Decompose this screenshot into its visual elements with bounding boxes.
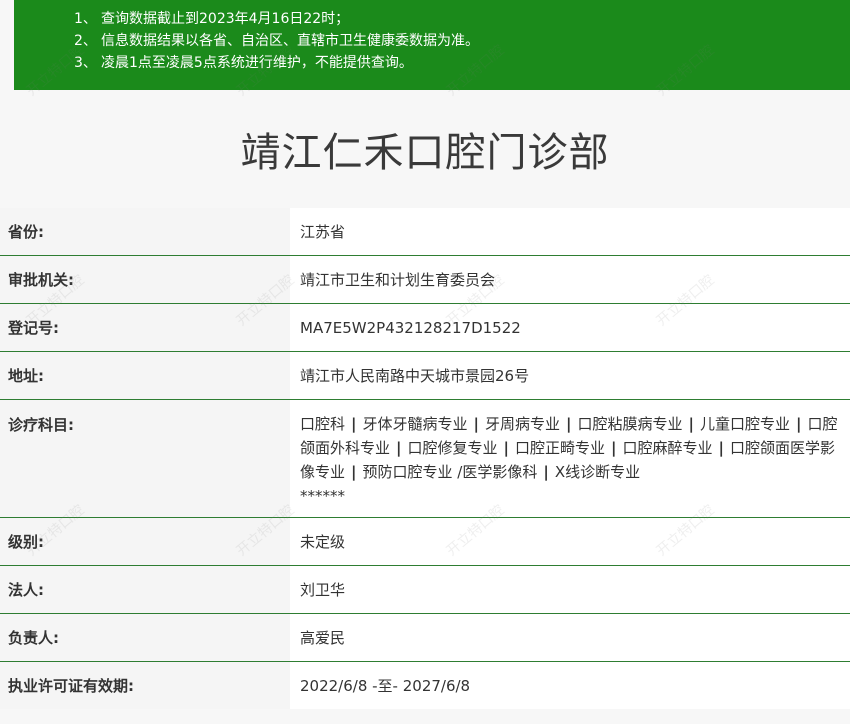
department-item: 预防口腔专业 /医学影像科 (362, 463, 538, 481)
info-table: 省份: 江苏省 审批机关: 靖江市卫生和计划生育委员会 登记号: MA7E5W2… (0, 208, 850, 709)
department-item: 口腔修复专业 (407, 439, 498, 457)
department-item: 口腔正畸专业 (515, 439, 606, 457)
row-value: 未定级 (290, 518, 850, 565)
notice-line: 2、 信息数据结果以各省、自治区、直辖市卫生健康委数据为准。 (74, 30, 850, 52)
notice-line: 3、 凌晨1点至凌晨5点系统进行维护，不能提供查询。 (74, 52, 850, 74)
department-item: 口腔麻醉专业 (622, 439, 713, 457)
notice-number: 2、 (74, 33, 97, 49)
department-item: 口腔科 (300, 415, 346, 433)
department-item: 牙周病专业 (485, 415, 561, 433)
departments-list: 口腔科 | 牙体牙髓病专业 | 牙周病专业 | 口腔粘膜病专业 | 儿童口腔专业 | 口腔颌面外科专… (290, 400, 850, 517)
row-value: 靖江市卫生和计划生育委员会 (290, 256, 850, 303)
row-label: 级别: (0, 518, 290, 565)
row-label: 地址: (0, 352, 290, 399)
row-legal-person: 法人: 刘卫华 (0, 566, 850, 614)
row-label: 登记号: (0, 304, 290, 351)
row-value: 2022/6/8 -至- 2027/6/8 (290, 662, 850, 709)
department-item: X线诊断专业 (554, 463, 641, 481)
department-item: 儿童口腔专业 (700, 415, 791, 433)
row-departments: 诊疗科目: 口腔科 | 牙体牙髓病专业 | 牙周病专业 | 口腔粘膜病专业 | 儿童口腔专业 | 口… (0, 400, 850, 518)
clinic-title: 靖江仁禾口腔门诊部 (0, 90, 850, 209)
row-value: 高爱民 (290, 614, 850, 661)
row-value: MA7E5W2P432128217D1522 (290, 304, 850, 351)
row-license-validity: 执业许可证有效期: 2022/6/8 -至- 2027/6/8 (0, 662, 850, 709)
department-item: 牙体牙髓病专业 (362, 415, 468, 433)
notice-number: 3、 (74, 55, 97, 71)
department-item: ****** (300, 487, 345, 505)
row-address: 地址: 靖江市人民南路中天城市景园26号 (0, 352, 850, 400)
row-label: 法人: (0, 566, 290, 613)
row-label: 省份: (0, 208, 290, 255)
notice-text: 信息数据结果以各省、自治区、直辖市卫生健康委数据为准。 (101, 33, 479, 49)
notice-line: 1、 查询数据截止到2023年4月16日22时； (74, 8, 850, 30)
department-item: 口腔粘膜病专业 (577, 415, 683, 433)
row-value: 靖江市人民南路中天城市景园26号 (290, 352, 850, 399)
row-label: 执业许可证有效期: (0, 662, 290, 709)
row-value: 刘卫华 (290, 566, 850, 613)
row-label: 诊疗科目: (0, 400, 290, 517)
row-label: 负责人: (0, 614, 290, 661)
notice-text: 凌晨1点至凌晨5点系统进行维护，不能提供查询。 (101, 55, 413, 71)
row-authority: 审批机关: 靖江市卫生和计划生育委员会 (0, 256, 850, 304)
row-value: 江苏省 (290, 208, 850, 255)
row-level: 级别: 未定级 (0, 518, 850, 566)
notice-banner: 1、 查询数据截止到2023年4月16日22时； 2、 信息数据结果以各省、自治区、… (14, 0, 850, 90)
row-province: 省份: 江苏省 (0, 208, 850, 256)
notice-number: 1、 (74, 11, 97, 27)
notice-text: 查询数据截止到2023年4月16日22时； (101, 11, 350, 27)
row-label: 审批机关: (0, 256, 290, 303)
row-registration-number: 登记号: MA7E5W2P432128217D1522 (0, 304, 850, 352)
row-person-in-charge: 负责人: 高爱民 (0, 614, 850, 662)
